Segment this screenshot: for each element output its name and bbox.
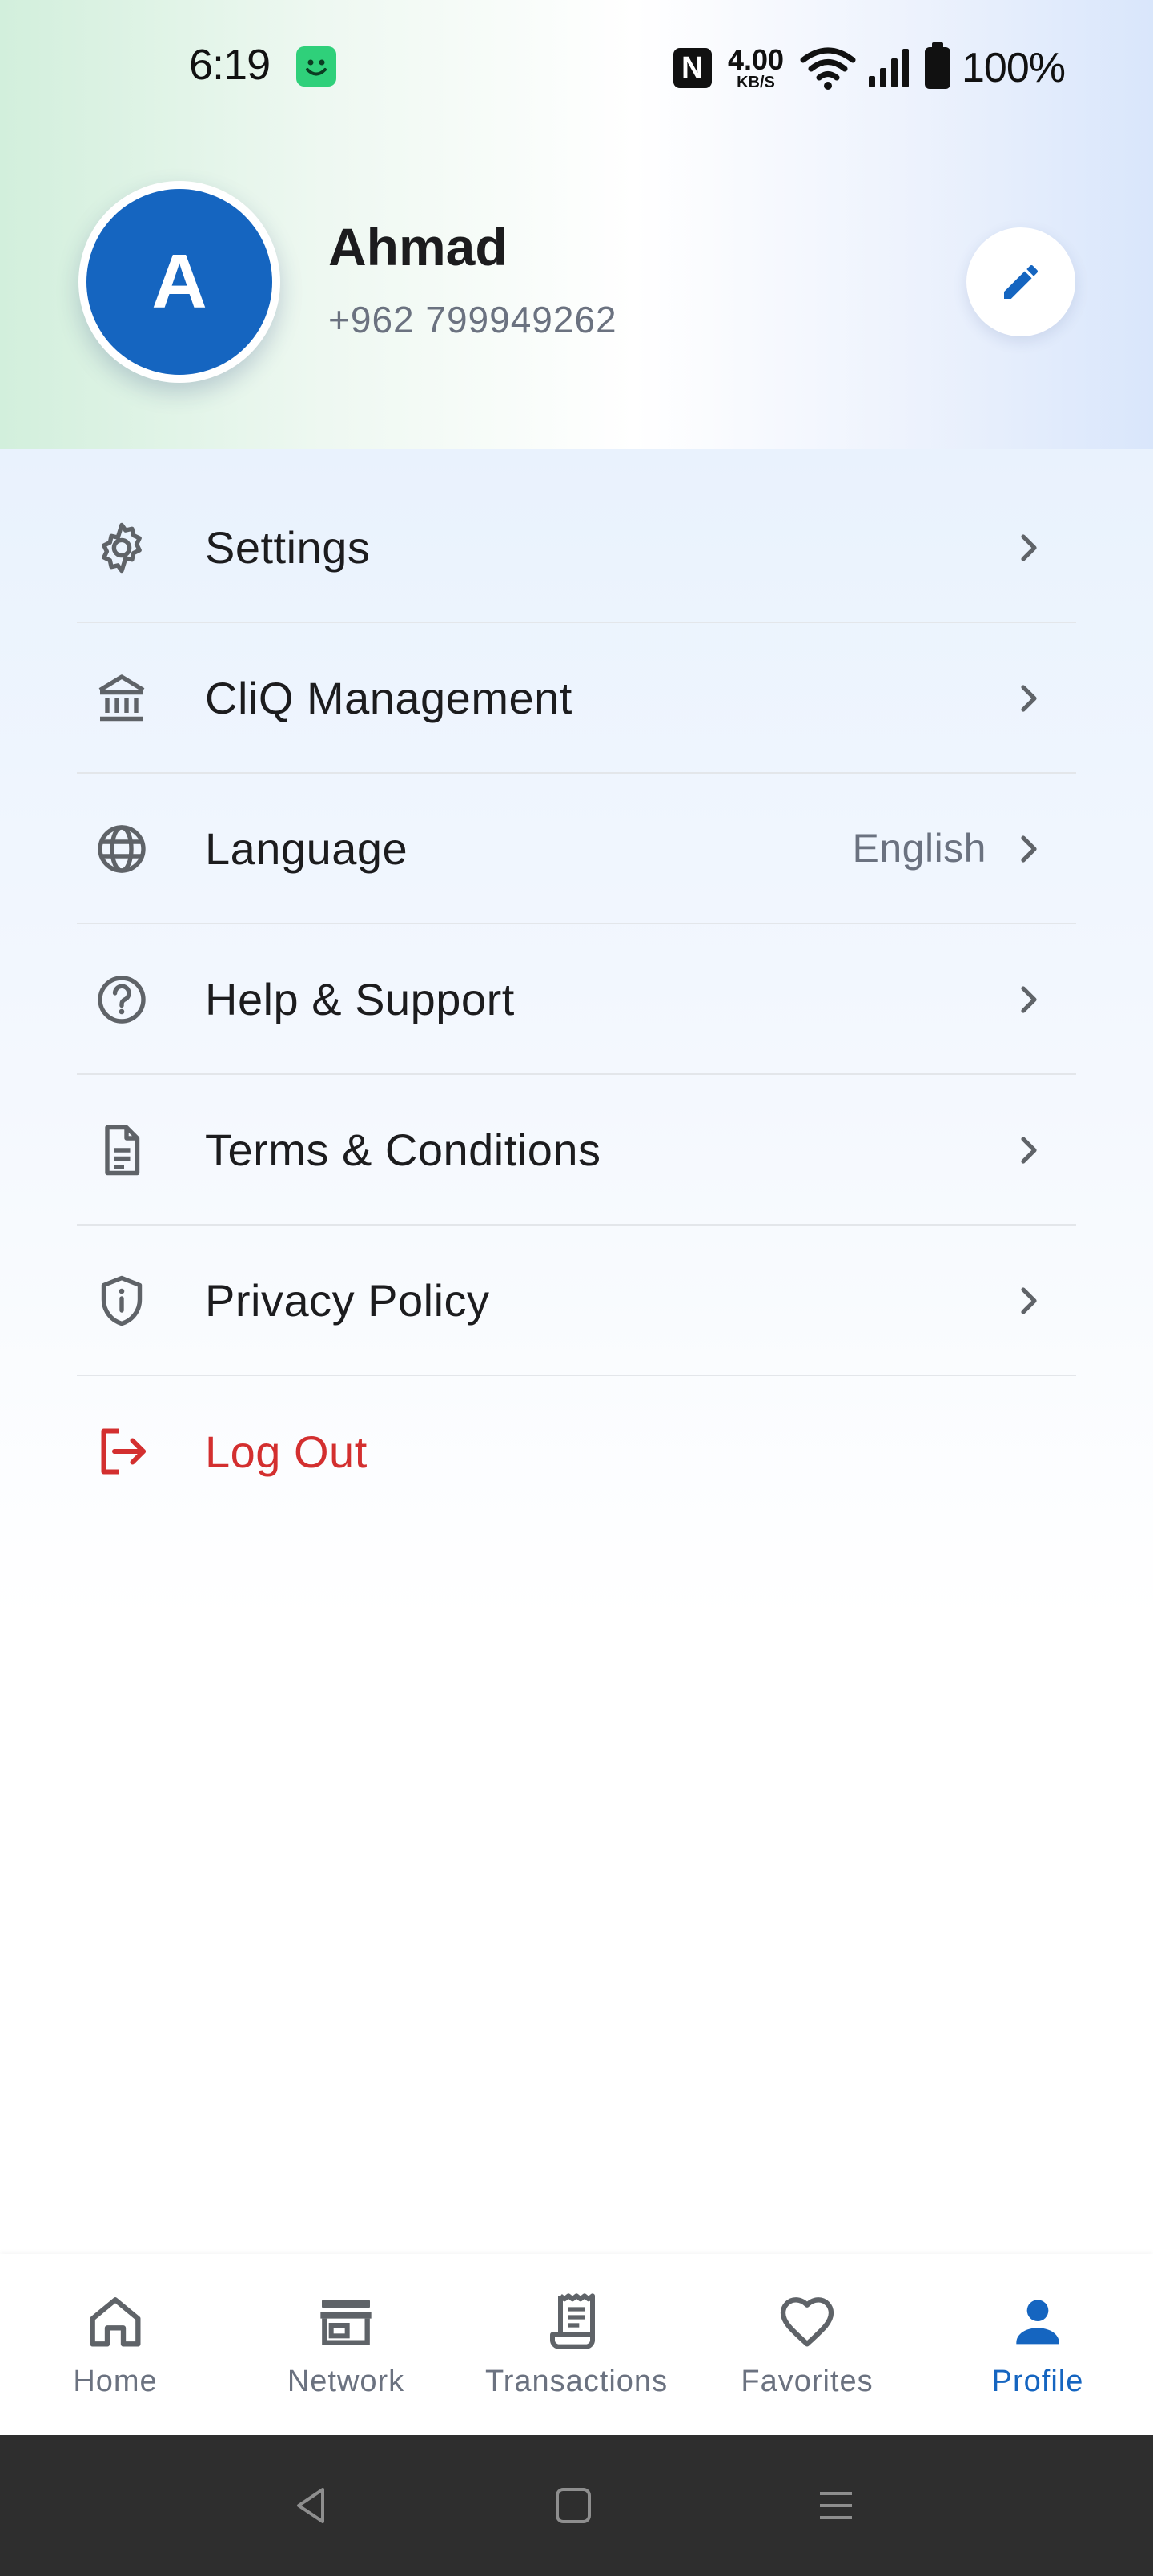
bank-icon [98,674,145,722]
notification-app-icon [296,46,336,87]
chevron-right-icon [1021,1137,1037,1164]
nfc-icon [673,48,712,88]
chevron-right-icon [1021,986,1037,1013]
menu-item-terms-conditions[interactable]: Terms & Conditions [77,1075,1076,1226]
menu-item-language[interactable]: Language English [77,774,1076,924]
chevron-right-icon [1021,1287,1037,1314]
bottom-navigation: Home Network Transactions Favorites Prof… [0,2254,1153,2435]
menu-item-help-support[interactable]: Help & Support [77,924,1076,1075]
profile-phone: +962 799949262 [328,299,617,340]
nav-label: Home [73,2365,158,2398]
gear-icon [102,522,142,574]
heart-icon [780,2297,834,2347]
nav-tab-network[interactable]: Network [231,2254,461,2435]
logout-label: Log Out [205,1426,368,1477]
nav-tab-transactions[interactable]: Transactions [461,2254,692,2435]
avatar[interactable]: A [86,189,272,375]
nav-label: Profile [991,2365,1084,2398]
menu-item-label: Terms & Conditions [205,1124,601,1175]
wifi-icon [800,47,856,90]
home-button-icon[interactable] [549,2481,597,2530]
profile-menu: Settings CliQ Management Language Englis… [77,473,1076,1527]
menu-item-privacy-policy[interactable]: Privacy Policy [77,1226,1076,1376]
menu-icon[interactable] [812,2481,860,2530]
nav-label: Favorites [741,2365,874,2398]
menu-item-settings[interactable]: Settings [77,473,1076,623]
battery-icon [925,42,950,89]
menu-item-label: CliQ Management [205,672,572,723]
system-navigation-bar [0,2435,1153,2576]
document-icon [105,1125,140,1176]
network-speed-unit: KB/S [737,74,775,91]
network-speed: 4.00 KB/S [723,46,789,91]
globe-icon [98,825,146,873]
nav-tab-profile[interactable]: Profile [922,2254,1153,2435]
nav-tab-favorites[interactable]: Favorites [692,2254,922,2435]
home-icon [90,2297,141,2347]
menu-item-label: Language [205,823,408,874]
profile-name: Ahmad [328,217,508,276]
back-icon[interactable] [287,2481,335,2530]
menu-item-cliq-management[interactable]: CliQ Management [77,623,1076,774]
receipt-icon [550,2293,595,2349]
nav-tab-home[interactable]: Home [0,2254,231,2435]
chevron-right-icon [1021,685,1037,712]
logout-icon [101,1428,146,1475]
chevron-right-icon [1021,534,1037,561]
nav-label: Transactions [484,2365,669,2398]
language-value: English [852,826,986,871]
menu-item-label: Settings [205,521,371,573]
nav-label: Network [287,2365,405,2398]
help-circle-icon [98,976,146,1024]
status-bar: 6:19 4.00 KB/S 100% [0,0,1153,136]
shield-icon [101,1275,143,1326]
signal-icon [869,49,909,87]
edit-profile-button[interactable] [966,227,1075,336]
store-icon [320,2300,372,2345]
status-indicators: 4.00 KB/S 100% [673,40,1066,96]
person-icon [1016,2300,1059,2345]
pencil-icon [1004,264,1039,299]
network-speed-value: 4.00 [727,43,785,76]
logout-button[interactable]: Log Out [77,1376,1076,1527]
battery-percent: 100% [962,45,1066,91]
status-time: 6:19 [189,41,271,89]
chevron-right-icon [1021,835,1037,863]
menu-item-label: Privacy Policy [205,1274,490,1326]
menu-item-label: Help & Support [205,973,515,1024]
